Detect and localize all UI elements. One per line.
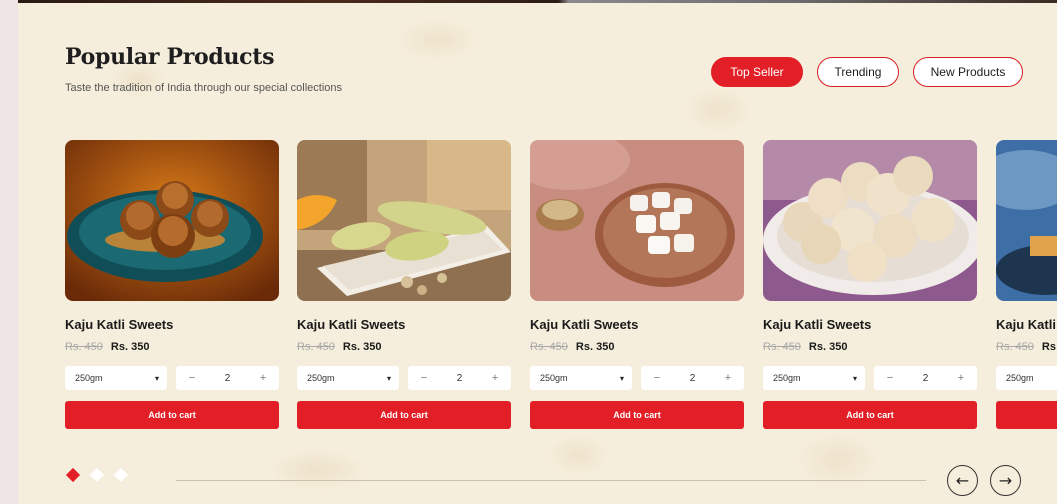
carousel-progress-track: [176, 480, 926, 481]
product-card: Kaju Katli Sweets Rs. 450 Rs. 350 250gm ▾ …: [530, 140, 744, 429]
quantity-value[interactable]: 2: [457, 373, 463, 384]
weight-value: 250gm: [540, 373, 568, 383]
product-controls: 250gm ▾ − 2 +: [763, 366, 977, 390]
product-prices: Rs. 450 Rs. 350: [297, 341, 511, 353]
increment-button[interactable]: +: [257, 372, 269, 384]
filter-tabs: Top Seller Trending New Products: [711, 57, 1023, 87]
add-to-cart-button[interactable]: Add to cart: [297, 401, 511, 429]
product-prices: Rs. 450 Rs. 350: [65, 341, 279, 353]
quantity-value[interactable]: 2: [690, 373, 696, 384]
product-name[interactable]: Kaju Katli Sweets: [65, 317, 279, 332]
product-name[interactable]: Kaju Katli Sweets: [297, 317, 511, 332]
increment-button[interactable]: +: [955, 372, 967, 384]
quantity-stepper: − 2 +: [874, 366, 977, 390]
weight-value: 250gm: [75, 373, 103, 383]
product-prices: Rs. 450 Rs. 350: [763, 341, 977, 353]
quantity-stepper: − 2 +: [408, 366, 511, 390]
prev-button[interactable]: ←: [947, 465, 978, 496]
quantity-stepper: − 2 +: [641, 366, 744, 390]
weight-select[interactable]: 250gm ▾: [297, 366, 399, 390]
product-card: Kaju Katli Sweets Rs. 450 Rs 250gm▾: [996, 140, 1057, 429]
arrow-right-icon: →: [998, 471, 1013, 490]
product-controls: 250gm ▾ − 2 +: [65, 366, 279, 390]
carousel-nav: ← →: [947, 465, 1021, 496]
pagination-dot[interactable]: [113, 467, 129, 483]
old-price: Rs. 450: [996, 341, 1034, 353]
increment-button[interactable]: +: [489, 372, 501, 384]
filter-top-seller[interactable]: Top Seller: [711, 57, 803, 87]
pagination-dot[interactable]: [65, 467, 81, 483]
product-controls: 250gm ▾ − 2 +: [530, 366, 744, 390]
carousel-pagination: [65, 467, 129, 483]
add-to-cart-button[interactable]: Add to cart: [65, 401, 279, 429]
next-button[interactable]: →: [990, 465, 1021, 496]
product-image[interactable]: [530, 140, 744, 301]
product-name[interactable]: Kaju Katli Sweets: [763, 317, 977, 332]
product-image[interactable]: [763, 140, 977, 301]
quantity-value[interactable]: 2: [923, 373, 929, 384]
product-card: Kaju Katli Sweets Rs. 450 Rs. 350 250gm ▾ …: [763, 140, 977, 429]
product-card: Kaju Katli Sweets Rs. 450 Rs. 350 250gm ▾ …: [65, 140, 279, 429]
section-title: Popular Products: [65, 44, 275, 70]
pagination-dot[interactable]: [89, 467, 105, 483]
chevron-down-icon: ▾: [386, 373, 391, 383]
add-to-cart-button[interactable]: Add to cart: [763, 401, 977, 429]
product-carousel: Kaju Katli Sweets Rs. 450 Rs. 350 250gm ▾ …: [65, 140, 1057, 440]
add-to-cart-button[interactable]: Add to cart: [530, 401, 744, 429]
section-subtitle: Taste the tradition of India through our…: [65, 82, 342, 94]
decrement-button[interactable]: −: [651, 372, 663, 384]
product-card: Kaju Katli Sweets Rs. 450 Rs. 350 250gm ▾ …: [297, 140, 511, 429]
popular-products-section: Popular Products Taste the tradition of …: [18, 0, 1057, 504]
weight-select[interactable]: 250gm▾: [996, 366, 1057, 390]
chevron-down-icon: ▾: [154, 373, 159, 383]
chevron-down-icon: ▾: [619, 373, 624, 383]
chevron-down-icon: ▾: [852, 373, 857, 383]
price: Rs: [1041, 341, 1056, 353]
arrow-left-icon: ←: [955, 471, 970, 490]
old-price: Rs. 450: [530, 341, 568, 353]
product-controls: 250gm ▾ − 2 +: [297, 366, 511, 390]
price: Rs. 350: [808, 341, 848, 353]
weight-value: 250gm: [773, 373, 801, 383]
decrement-button[interactable]: −: [186, 372, 198, 384]
quantity-value[interactable]: 2: [225, 373, 231, 384]
old-price: Rs. 450: [65, 341, 103, 353]
product-prices: Rs. 450 Rs: [996, 341, 1057, 353]
product-controls: 250gm▾: [996, 366, 1057, 390]
product-name[interactable]: Kaju Katli Sweets: [996, 317, 1057, 332]
product-image[interactable]: [996, 140, 1057, 301]
weight-select[interactable]: 250gm ▾: [65, 366, 167, 390]
filter-trending[interactable]: Trending: [817, 57, 899, 87]
filter-new-products[interactable]: New Products: [913, 57, 1023, 87]
price: Rs. 350: [575, 341, 615, 353]
decrement-button[interactable]: −: [418, 372, 430, 384]
weight-select[interactable]: 250gm ▾: [530, 366, 632, 390]
product-name[interactable]: Kaju Katli Sweets: [530, 317, 744, 332]
weight-value: 250gm: [307, 373, 335, 383]
product-image[interactable]: [65, 140, 279, 301]
banner-strip: [18, 0, 1057, 3]
product-prices: Rs. 450 Rs. 350: [530, 341, 744, 353]
old-price: Rs. 450: [297, 341, 335, 353]
decrement-button[interactable]: −: [884, 372, 896, 384]
weight-select[interactable]: 250gm ▾: [763, 366, 865, 390]
increment-button[interactable]: +: [722, 372, 734, 384]
add-to-cart-button[interactable]: [996, 401, 1057, 429]
price: Rs. 350: [110, 341, 150, 353]
price: Rs. 350: [342, 341, 382, 353]
old-price: Rs. 450: [763, 341, 801, 353]
product-image[interactable]: [297, 140, 511, 301]
weight-value: 250gm: [1006, 373, 1034, 383]
quantity-stepper: − 2 +: [176, 366, 279, 390]
